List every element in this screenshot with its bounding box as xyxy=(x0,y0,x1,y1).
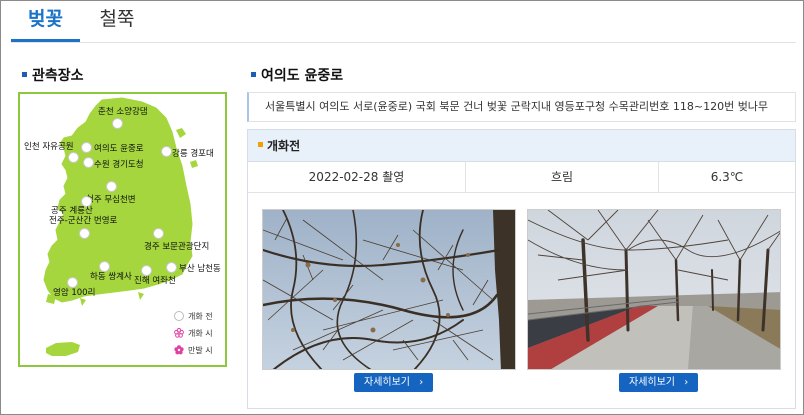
map-pin-13[interactable] xyxy=(67,277,78,288)
map-label-7[interactable]: 공주 계룡산 xyxy=(51,206,93,216)
map-label-1[interactable]: 춘천 소양강댐 xyxy=(98,107,148,117)
map-pin-5[interactable] xyxy=(161,146,172,157)
map-pin-3[interactable] xyxy=(81,142,92,153)
flower-filled-icon xyxy=(174,344,184,355)
white-circle-icon xyxy=(174,310,184,321)
address-text: 서울특별시 여의도 서로(윤중로) 국회 북문 건너 벚꽃 군락지내 영등포구청… xyxy=(247,92,796,122)
map-pin-12[interactable] xyxy=(141,265,152,276)
chevron-right-icon: › xyxy=(419,377,424,388)
flower-outline-icon xyxy=(174,327,184,338)
weather: 흐림 xyxy=(466,162,659,192)
map-label-12[interactable]: 진해 여좌천 xyxy=(134,276,176,286)
map-pin-9[interactable] xyxy=(153,228,164,239)
bloom-status: 개화전 xyxy=(248,130,795,162)
photo-branches-sky[interactable] xyxy=(262,209,516,370)
korea-map-shape xyxy=(43,97,198,356)
legend-before-bloom: 개화 전 xyxy=(174,310,213,322)
section-title-location-detail: 여의도 윤중로 xyxy=(251,67,343,85)
korea-map: 춘천 소양강댐 인천 자유공원 여의도 윤중로 수원 경기도청 강릉 경포대 청… xyxy=(18,92,227,367)
map-label-2[interactable]: 인천 자유공원 xyxy=(24,142,74,152)
temperature: 6.3℃ xyxy=(710,170,744,184)
bullet-icon xyxy=(22,71,27,77)
map-pin-6[interactable] xyxy=(106,181,117,192)
map-pin-4[interactable] xyxy=(83,157,94,168)
legend-blooming: 개화 시 xyxy=(174,327,213,339)
tab-divider xyxy=(11,42,796,43)
bullet-icon xyxy=(251,71,256,77)
map-label-3[interactable]: 여의도 윤중로 xyxy=(94,144,144,154)
map-pin-11[interactable] xyxy=(99,261,110,272)
map-pin-1[interactable] xyxy=(112,118,123,129)
legend-full-bloom: 만발 시 xyxy=(174,344,213,356)
observation-info-row: 2022-02-28 촬영 흐림 6.3℃ xyxy=(248,162,795,193)
map-label-10[interactable]: 부산 남천동 xyxy=(179,264,221,274)
map-pin-10[interactable] xyxy=(166,262,177,273)
map-label-13[interactable]: 영암 100리 xyxy=(53,288,95,298)
map-pin-2[interactable] xyxy=(68,152,79,163)
tab-cherry-blossom[interactable]: 벚꽃 xyxy=(11,0,80,42)
map-label-9[interactable]: 경주 보문관광단지 xyxy=(144,242,209,252)
map-label-5[interactable]: 강릉 경포대 xyxy=(172,149,214,159)
section-title-locations: 관측장소 xyxy=(22,67,84,85)
map-label-6[interactable]: 청주 무심천변 xyxy=(86,195,136,205)
map-label-4[interactable]: 수원 경기도청 xyxy=(94,160,144,170)
observation-panel: 개화전 2022-02-28 촬영 흐림 6.3℃ 자세히보기 › 자세히보기 … xyxy=(247,129,796,409)
view-details-button-2[interactable]: 자세히보기 › xyxy=(619,373,699,392)
map-label-11[interactable]: 하동 쌍계사 xyxy=(90,272,132,282)
view-details-button-1[interactable]: 자세히보기 › xyxy=(354,373,434,392)
chevron-right-icon: › xyxy=(684,377,689,388)
photo-date: 2022-02-28 촬영 xyxy=(248,162,466,192)
map-label-8[interactable]: 전주-군산간 번영로 xyxy=(49,216,117,226)
photo-tree-lined-road[interactable] xyxy=(527,209,781,370)
bullet-icon xyxy=(258,142,263,147)
map-pin-8[interactable] xyxy=(79,228,90,239)
tab-azalea[interactable]: 철쭉 xyxy=(85,0,149,42)
